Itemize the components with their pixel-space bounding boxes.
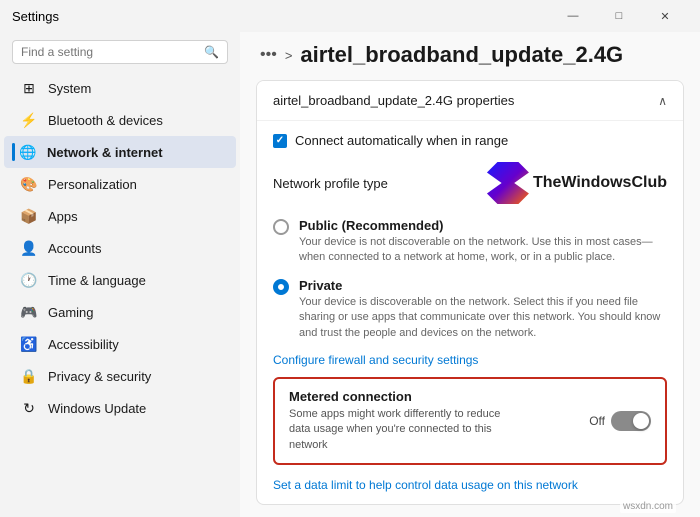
toggle-thumb (633, 413, 649, 429)
sidebar-item-bluetooth[interactable]: ⚡ Bluetooth & devices (4, 104, 236, 136)
personalization-icon: 🎨 (20, 175, 38, 193)
private-radio-description: Your device is discoverable on the netwo… (299, 295, 667, 341)
page-title: airtel_broadband_update_2.4G (300, 42, 623, 68)
sidebar-item-label-time: Time & language (48, 273, 146, 288)
metered-toggle[interactable] (611, 411, 651, 431)
titlebar: Settings — □ ✕ (0, 0, 700, 32)
sidebar-item-time[interactable]: 🕐 Time & language (4, 264, 236, 296)
gaming-icon: 🎮 (20, 303, 38, 321)
accessibility-icon: ♿ (20, 335, 38, 353)
metered-title: Metered connection (289, 389, 509, 404)
firewall-link[interactable]: Configure firewall and security settings (273, 353, 667, 367)
connect-auto-label: Connect automatically when in range (295, 133, 508, 148)
sidebar-item-apps[interactable]: 📦 Apps (4, 200, 236, 232)
time-icon: 🕐 (20, 271, 38, 289)
bluetooth-icon: ⚡ (20, 111, 38, 129)
public-radio-option[interactable]: Public (Recommended) Your device is not … (273, 218, 667, 266)
public-radio-button[interactable] (273, 219, 289, 235)
chevron-up-icon[interactable]: ∧ (658, 94, 667, 108)
content-header: ••• > airtel_broadband_update_2.4G (240, 32, 700, 76)
apps-icon: 📦 (20, 207, 38, 225)
sidebar-item-accessibility[interactable]: ♿ Accessibility (4, 328, 236, 360)
private-radio-button[interactable] (273, 279, 289, 295)
sidebar-item-personalization[interactable]: 🎨 Personalization (4, 168, 236, 200)
private-radio-text: Private Your device is discoverable on t… (299, 278, 667, 341)
sidebar-item-label-windows-update: Windows Update (48, 401, 146, 416)
sidebar-item-label-accessibility: Accessibility (48, 337, 119, 352)
sidebar: 🔍 ⊞ System ⚡ Bluetooth & devices 🌐 Netwo… (0, 32, 240, 517)
panel-title: airtel_broadband_update_2.4G properties (273, 93, 514, 108)
panel-header: airtel_broadband_update_2.4G properties … (257, 81, 683, 121)
sidebar-item-accounts[interactable]: 👤 Accounts (4, 232, 236, 264)
network-icon: 🌐 (19, 143, 37, 161)
sidebar-item-label-privacy: Privacy & security (48, 369, 151, 384)
titlebar-title: Settings (12, 9, 59, 24)
sidebar-item-label-network: Network & internet (47, 145, 163, 160)
system-icon: ⊞ (20, 79, 38, 97)
accounts-icon: 👤 (20, 239, 38, 257)
close-button[interactable]: ✕ (642, 0, 688, 32)
breadcrumb-arrow: > (285, 48, 293, 63)
search-box[interactable]: 🔍 (12, 40, 228, 64)
sidebar-item-label-apps: Apps (48, 209, 78, 224)
brand-name: TheWindowsClub (533, 174, 667, 192)
data-limit-link[interactable]: Set a data limit to help control data us… (273, 478, 578, 492)
brand-x-icon (487, 162, 529, 204)
private-radio-option[interactable]: Private Your device is discoverable on t… (273, 278, 667, 341)
metered-text-area: Metered connection Some apps might work … (289, 389, 509, 453)
connect-auto-row: Connect automatically when in range (273, 133, 667, 148)
windows-update-icon: ↻ (20, 399, 38, 417)
titlebar-controls: — □ ✕ (550, 0, 688, 32)
sidebar-item-network[interactable]: 🌐 Network & internet (4, 136, 236, 168)
sidebar-item-label-gaming: Gaming (48, 305, 94, 320)
metered-description: Some apps might work differently to redu… (289, 407, 509, 453)
panel-body: Connect automatically when in range Netw… (257, 121, 683, 504)
sidebar-item-label-accounts: Accounts (48, 241, 101, 256)
maximize-button[interactable]: □ (596, 0, 642, 32)
sidebar-item-label-system: System (48, 81, 91, 96)
search-icon: 🔍 (204, 45, 219, 59)
minimize-button[interactable]: — (550, 0, 596, 32)
profile-type-label: Network profile type (273, 176, 388, 191)
public-radio-text: Public (Recommended) Your device is not … (299, 218, 667, 266)
content-area: ••• > airtel_broadband_update_2.4G airte… (240, 32, 700, 517)
settings-window: Settings — □ ✕ 🔍 ⊞ System ⚡ Bluetooth & … (0, 0, 700, 517)
metered-container: Metered connection Some apps might work … (273, 377, 667, 465)
connect-auto-checkbox[interactable] (273, 134, 287, 148)
metered-connection-section: Metered connection Some apps might work … (273, 377, 667, 465)
public-radio-description: Your device is not discoverable on the n… (299, 235, 667, 266)
search-input[interactable] (21, 45, 198, 59)
privacy-icon: 🔒 (20, 367, 38, 385)
titlebar-left: Settings (12, 9, 59, 24)
sidebar-item-privacy[interactable]: 🔒 Privacy & security (4, 360, 236, 392)
properties-panel: airtel_broadband_update_2.4G properties … (256, 80, 684, 505)
sidebar-item-system[interactable]: ⊞ System (4, 72, 236, 104)
breadcrumb-dots[interactable]: ••• (260, 46, 277, 64)
profile-type-row: Network profile type TheWindowsClub (273, 162, 667, 204)
toggle-label: Off (589, 414, 605, 428)
sidebar-item-label-bluetooth: Bluetooth & devices (48, 113, 163, 128)
site-watermark: wsxdn.com (620, 500, 676, 513)
watermark-area: TheWindowsClub (487, 162, 667, 204)
active-indicator (12, 143, 15, 161)
sidebar-item-label-personalization: Personalization (48, 177, 137, 192)
toggle-container: Off (589, 411, 651, 431)
private-radio-label: Private (299, 278, 667, 293)
sidebar-item-windows-update[interactable]: ↻ Windows Update (4, 392, 236, 424)
public-radio-label: Public (Recommended) (299, 218, 667, 233)
sidebar-item-gaming[interactable]: 🎮 Gaming (4, 296, 236, 328)
main-area: 🔍 ⊞ System ⚡ Bluetooth & devices 🌐 Netwo… (0, 32, 700, 517)
